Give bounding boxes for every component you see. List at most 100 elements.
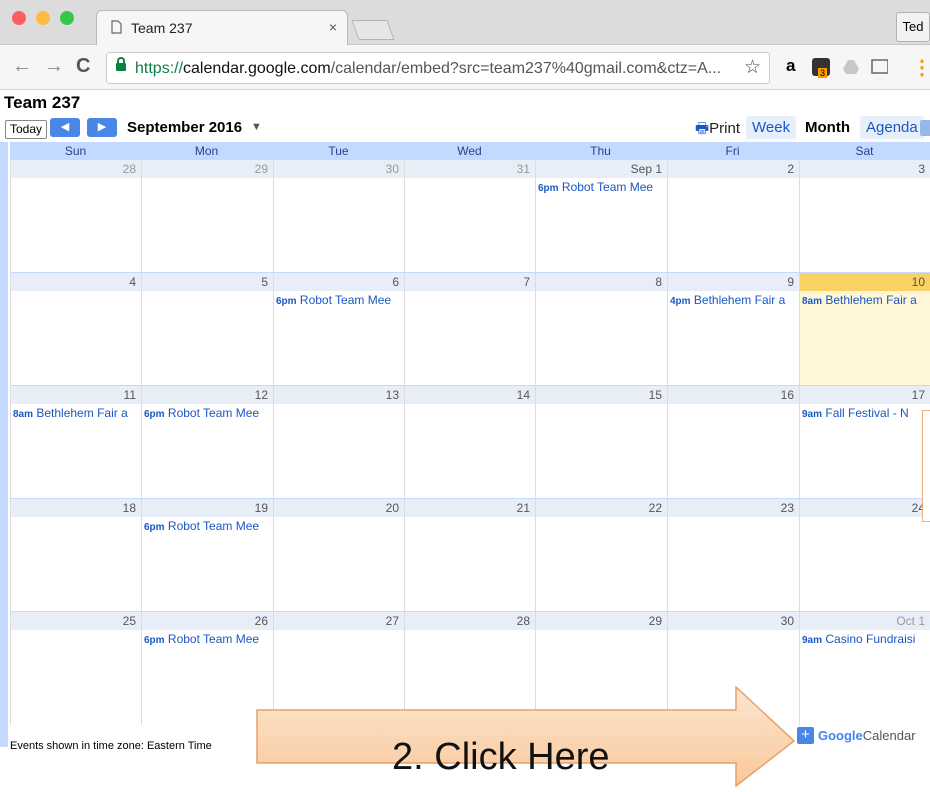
day-number[interactable]: 3 bbox=[800, 160, 930, 178]
day-cell[interactable]: 28 bbox=[10, 160, 142, 273]
day-number[interactable]: 8 bbox=[536, 273, 668, 291]
day-number[interactable]: 9 bbox=[668, 273, 800, 291]
day-number[interactable]: 30 bbox=[668, 612, 800, 630]
minimize-window-icon[interactable] bbox=[36, 11, 50, 25]
today-button[interactable]: Today bbox=[5, 120, 48, 139]
day-cell[interactable]: 9 4pm Bethlehem Fair a bbox=[667, 273, 800, 386]
day-cell[interactable]: 15 bbox=[535, 386, 668, 499]
calendar-event[interactable]: 9am Casino Fundraisi bbox=[802, 632, 930, 646]
bookmark-star-icon[interactable]: ☆ bbox=[744, 56, 761, 79]
day-number[interactable]: 22 bbox=[536, 499, 668, 517]
day-cell[interactable]: 13 bbox=[273, 386, 405, 499]
day-cell[interactable]: 14 bbox=[404, 386, 536, 499]
day-number[interactable]: 2 bbox=[668, 160, 800, 178]
day-number[interactable]: 17 bbox=[800, 386, 930, 404]
day-number[interactable]: 16 bbox=[668, 386, 800, 404]
new-tab-button[interactable] bbox=[351, 20, 395, 40]
day-cell[interactable]: 25 bbox=[10, 612, 142, 725]
profile-button[interactable]: Ted bbox=[896, 12, 930, 42]
next-month-button[interactable]: ▶ bbox=[87, 118, 117, 137]
day-number[interactable]: 4 bbox=[11, 273, 142, 291]
day-number[interactable]: 21 bbox=[405, 499, 536, 517]
day-number[interactable]: 20 bbox=[274, 499, 405, 517]
tab-close-button[interactable]: × bbox=[329, 19, 337, 35]
prev-month-button[interactable]: ◀ bbox=[50, 118, 80, 137]
day-number[interactable]: 15 bbox=[536, 386, 668, 404]
browser-tab[interactable]: Team 237 × bbox=[96, 10, 348, 45]
tab-agenda[interactable]: Agenda bbox=[860, 116, 924, 139]
day-number[interactable]: 23 bbox=[668, 499, 800, 517]
day-cell[interactable]: 6 6pm Robot Team Mee bbox=[273, 273, 405, 386]
day-number[interactable]: 24 bbox=[800, 499, 930, 517]
amazon-extension-icon[interactable]: a bbox=[786, 57, 804, 76]
day-number[interactable]: 12 bbox=[142, 386, 274, 404]
day-number[interactable]: Sep 1 bbox=[536, 160, 668, 178]
view-dropdown-icon[interactable] bbox=[920, 120, 930, 136]
day-cell[interactable]: 16 bbox=[667, 386, 800, 499]
forward-button[interactable]: → bbox=[44, 55, 64, 78]
day-cell[interactable]: 5 bbox=[141, 273, 274, 386]
day-number[interactable]: 7 bbox=[405, 273, 536, 291]
day-cell[interactable]: 23 bbox=[667, 499, 800, 612]
tab-month[interactable]: Month bbox=[799, 116, 856, 139]
day-number[interactable]: 26 bbox=[142, 612, 274, 630]
chevron-down-icon[interactable]: ▼ bbox=[251, 121, 262, 133]
address-bar[interactable]: https://calendar.google.com/calendar/emb… bbox=[106, 52, 770, 84]
day-number[interactable]: 11 bbox=[11, 386, 142, 404]
day-number[interactable]: 13 bbox=[274, 386, 405, 404]
day-number[interactable]: 29 bbox=[536, 612, 668, 630]
chrome-menu-icon[interactable]: ⋮ bbox=[912, 55, 930, 80]
drive-icon[interactable] bbox=[842, 58, 860, 76]
calendar-event[interactable]: 6pm Robot Team Mee bbox=[144, 406, 274, 420]
calendar-event[interactable]: 4pm Bethlehem Fair a bbox=[670, 293, 800, 307]
day-number[interactable]: 6 bbox=[274, 273, 405, 291]
calendar-event[interactable]: 8am Bethlehem Fair a bbox=[13, 406, 142, 420]
back-button[interactable]: ← bbox=[12, 55, 32, 78]
day-cell[interactable]: Oct 1 9am Casino Fundraisi bbox=[799, 612, 930, 725]
maximize-window-icon[interactable] bbox=[60, 11, 74, 25]
day-cell[interactable]: 7 bbox=[404, 273, 536, 386]
day-number[interactable]: 28 bbox=[11, 160, 142, 178]
calendar-event[interactable]: 9am Fall Festival - N bbox=[802, 406, 930, 420]
cast-icon[interactable] bbox=[870, 58, 888, 76]
day-cell[interactable]: 11 8am Bethlehem Fair a bbox=[10, 386, 142, 499]
calendar-event[interactable]: 6pm Robot Team Mee bbox=[276, 293, 405, 307]
day-cell[interactable]: 22 bbox=[535, 499, 668, 612]
day-cell[interactable]: 17 9am Fall Festival - N bbox=[799, 386, 930, 499]
day-cell[interactable]: 12 6pm Robot Team Mee bbox=[141, 386, 274, 499]
calendar-event[interactable]: 6pm Robot Team Mee bbox=[144, 519, 274, 533]
day-cell[interactable]: 20 bbox=[273, 499, 405, 612]
amazon-assistant-icon[interactable]: 3 bbox=[812, 58, 830, 78]
day-number[interactable]: Oct 1 bbox=[800, 612, 930, 630]
day-cell[interactable]: 4 bbox=[10, 273, 142, 386]
calendar-event[interactable]: 6pm Robot Team Mee bbox=[144, 632, 274, 646]
day-number[interactable]: 10 bbox=[800, 273, 930, 291]
day-number[interactable]: 29 bbox=[142, 160, 274, 178]
day-number[interactable]: 5 bbox=[142, 273, 274, 291]
day-number[interactable]: 14 bbox=[405, 386, 536, 404]
day-cell[interactable]: 31 bbox=[404, 160, 536, 273]
day-cell[interactable]: 3 bbox=[799, 160, 930, 273]
day-cell[interactable]: 21 bbox=[404, 499, 536, 612]
day-cell[interactable]: 10 8am Bethlehem Fair a bbox=[799, 273, 930, 386]
day-cell[interactable]: 29 bbox=[141, 160, 274, 273]
day-cell[interactable]: 24 bbox=[799, 499, 930, 612]
day-number[interactable]: 18 bbox=[11, 499, 142, 517]
day-number[interactable]: 28 bbox=[405, 612, 536, 630]
day-cell[interactable]: 2 bbox=[667, 160, 800, 273]
close-window-icon[interactable] bbox=[12, 11, 26, 25]
print-button[interactable]: 🖶Print bbox=[695, 118, 740, 143]
day-number[interactable]: 19 bbox=[142, 499, 274, 517]
day-cell[interactable]: 30 bbox=[273, 160, 405, 273]
calendar-event[interactable]: 8am Bethlehem Fair a bbox=[802, 293, 930, 307]
day-cell[interactable]: Sep 1 6pm Robot Team Mee bbox=[535, 160, 668, 273]
day-number[interactable]: 27 bbox=[274, 612, 405, 630]
day-cell[interactable]: 26 6pm Robot Team Mee bbox=[141, 612, 274, 725]
reload-button[interactable]: C bbox=[76, 55, 90, 78]
day-cell[interactable]: 19 6pm Robot Team Mee bbox=[141, 499, 274, 612]
day-number[interactable]: 25 bbox=[11, 612, 142, 630]
day-number[interactable]: 31 bbox=[405, 160, 536, 178]
day-cell[interactable]: 8 bbox=[535, 273, 668, 386]
day-cell[interactable]: 18 bbox=[10, 499, 142, 612]
day-number[interactable]: 30 bbox=[274, 160, 405, 178]
